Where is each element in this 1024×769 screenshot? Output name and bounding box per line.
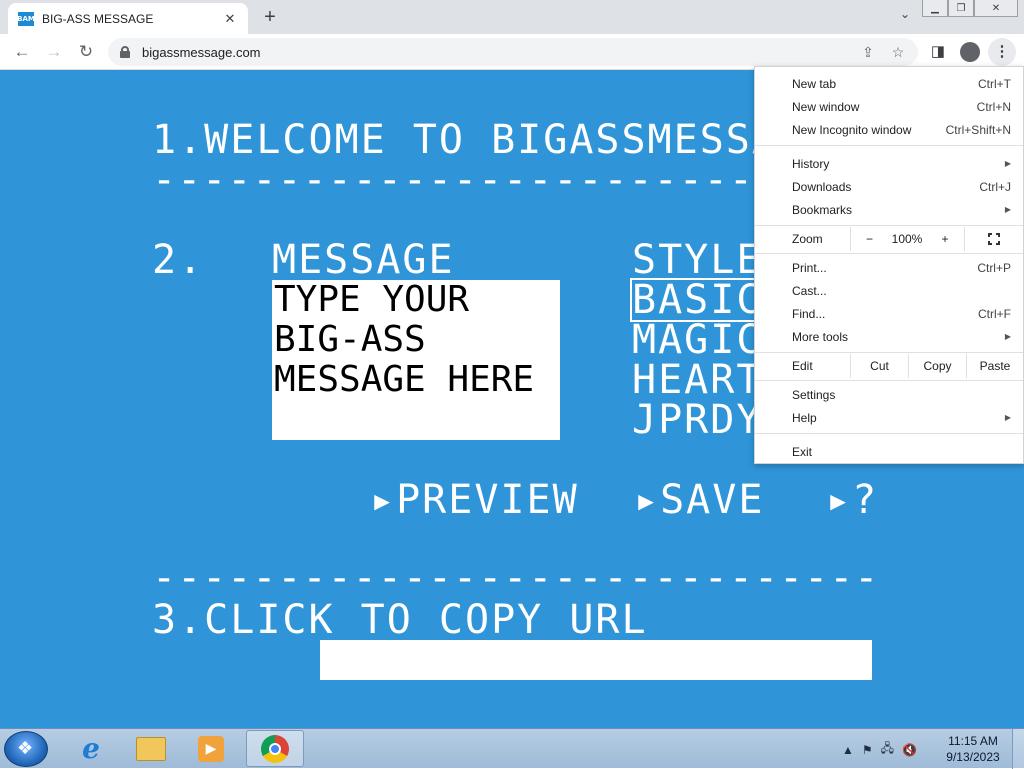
address-bar[interactable]: bigassmessage.com ⇪ ☆ [108, 38, 918, 66]
preview-button[interactable]: ▸PREVIEW [370, 480, 579, 520]
browser-toolbar: ← → ↻ bigassmessage.com ⇪ ☆ ◨ ⋮ [0, 34, 1024, 70]
menu-edit-row: Edit Cut Copy Paste [755, 354, 1023, 378]
reload-icon[interactable]: ↻ [74, 40, 98, 64]
divider-top: ------------------------ [152, 157, 754, 203]
style-label: STYLE [632, 237, 763, 283]
window-controls: ▁ ❐ ✕ [922, 0, 1018, 17]
new-tab-button[interactable]: + [258, 5, 282, 29]
chrome-menu-kebab-icon[interactable]: ⋮ [988, 38, 1016, 66]
message-placeholder[interactable]: TYPE YOUR BIG-ASS MESSAGE HERE [274, 280, 534, 400]
fullscreen-icon[interactable] [964, 227, 1023, 251]
page-heading: 1.WELCOME TO BIGASSMESSAG [152, 117, 805, 163]
menu-item-new-tab[interactable]: New tab Ctrl+T [755, 72, 1023, 95]
minimize-button[interactable]: ▁ [922, 0, 948, 17]
site-favicon-icon: BAM [17, 11, 35, 26]
divider-bottom: ----------------------------- [152, 555, 880, 601]
style-option-jprdy[interactable]: JPRDY [632, 400, 762, 440]
menu-item-settings[interactable]: Settings [755, 383, 1023, 406]
system-tray: ▲ ⚑ 🖧 🔇 [842, 739, 917, 760]
copy-button[interactable]: Copy [908, 354, 966, 378]
help-button[interactable]: ▸? [826, 480, 878, 520]
submenu-arrow-icon: ▶ [1004, 159, 1011, 168]
lock-icon[interactable] [120, 46, 130, 58]
restore-button[interactable]: ❐ [948, 0, 974, 17]
submenu-arrow-icon: ▶ [1004, 205, 1011, 214]
zoom-value: 100% [891, 232, 923, 246]
menu-item-exit[interactable]: Exit [755, 440, 1023, 463]
taskbar-chrome-icon[interactable] [246, 730, 304, 767]
action-center-flag-icon[interactable]: ⚑ [862, 743, 873, 757]
cut-button[interactable]: Cut [850, 354, 908, 378]
tab-search-chevron-icon[interactable]: ⌄ [896, 7, 914, 25]
tab-active[interactable]: BAM BIG-ASS MESSAGE ✕ [8, 3, 248, 34]
start-button[interactable] [4, 731, 48, 767]
zoom-in-button[interactable]: + [926, 227, 964, 251]
menu-item-bookmarks[interactable]: Bookmarks ▶ [755, 198, 1023, 221]
save-button[interactable]: ▸SAVE [634, 480, 764, 520]
taskbar-ie-icon[interactable]: e [62, 730, 120, 767]
profile-avatar-icon[interactable] [960, 42, 980, 62]
menu-item-new-window[interactable]: New window Ctrl+N [755, 95, 1023, 118]
tray-expand-icon[interactable]: ▲ [842, 743, 854, 757]
show-desktop-button[interactable] [1012, 729, 1024, 769]
step2-number: 2. [152, 237, 205, 283]
message-input[interactable]: TYPE YOUR BIG-ASS MESSAGE HERE [272, 280, 560, 440]
tab-title: BIG-ASS MESSAGE [42, 11, 154, 26]
message-label: MESSAGE [272, 237, 455, 283]
back-arrow-icon[interactable]: ← [10, 40, 34, 64]
style-option-magic[interactable]: MAGIC [632, 320, 762, 360]
side-panel-icon[interactable]: ◨ [926, 40, 950, 64]
menu-separator [755, 352, 1023, 353]
clock-date: 9/13/2023 [946, 750, 1000, 764]
forward-arrow-icon[interactable]: → [42, 40, 66, 64]
taskbar-explorer-icon[interactable] [122, 730, 180, 767]
zoom-out-button[interactable]: − [850, 227, 888, 251]
menu-item-history[interactable]: History ▶ [755, 152, 1023, 175]
url-text[interactable]: bigassmessage.com [142, 45, 261, 60]
menu-separator [755, 253, 1023, 254]
step3-label: 3.CLICK TO COPY URL [152, 597, 648, 643]
taskbar-clock[interactable]: 11:15 AM 9/13/2023 [940, 733, 1006, 765]
zoom-label: Zoom [792, 232, 823, 246]
style-option-heart[interactable]: HEART [632, 360, 762, 400]
edit-label: Edit [792, 359, 813, 373]
menu-item-help[interactable]: Help ▶ [755, 406, 1023, 429]
menu-separator [755, 433, 1023, 434]
submenu-arrow-icon: ▶ [1004, 413, 1011, 422]
menu-item-cast[interactable]: Cast... [755, 279, 1023, 302]
style-option-basic[interactable]: BASIC [629, 278, 765, 322]
windows-taskbar: e ▶ ▲ ⚑ 🖧 🔇 11:15 AM 9/13/2023 [0, 728, 1024, 769]
menu-item-downloads[interactable]: Downloads Ctrl+J [755, 175, 1023, 198]
menu-separator [755, 145, 1023, 146]
menu-item-print[interactable]: Print... Ctrl+P [755, 256, 1023, 279]
menu-item-find[interactable]: Find... Ctrl+F [755, 302, 1023, 325]
share-icon[interactable]: ⇪ [858, 42, 878, 62]
close-window-button[interactable]: ✕ [974, 0, 1018, 17]
submenu-arrow-icon: ▶ [1004, 332, 1011, 341]
bookmark-star-icon[interactable]: ☆ [888, 42, 908, 62]
network-icon[interactable]: 🖧 [881, 739, 894, 760]
menu-item-more-tools[interactable]: More tools ▶ [755, 325, 1023, 348]
tab-close-icon[interactable]: ✕ [222, 11, 238, 27]
paste-button[interactable]: Paste [966, 354, 1023, 378]
volume-muted-icon[interactable]: 🔇 [902, 743, 917, 757]
menu-separator [755, 225, 1023, 226]
share-url-field[interactable] [320, 640, 872, 680]
menu-separator [755, 380, 1023, 381]
clock-time: 11:15 AM [948, 734, 998, 748]
taskbar-media-player-icon[interactable]: ▶ [182, 730, 240, 767]
tab-bar: BAM BIG-ASS MESSAGE ✕ + ⌄ ▁ ❐ ✕ [0, 0, 1024, 34]
menu-item-new-incognito-window[interactable]: New Incognito window Ctrl+Shift+N [755, 118, 1023, 141]
menu-zoom-row: Zoom − 100% + [755, 227, 1023, 251]
chrome-main-menu: New tab Ctrl+T New window Ctrl+N New Incog… [754, 66, 1024, 464]
